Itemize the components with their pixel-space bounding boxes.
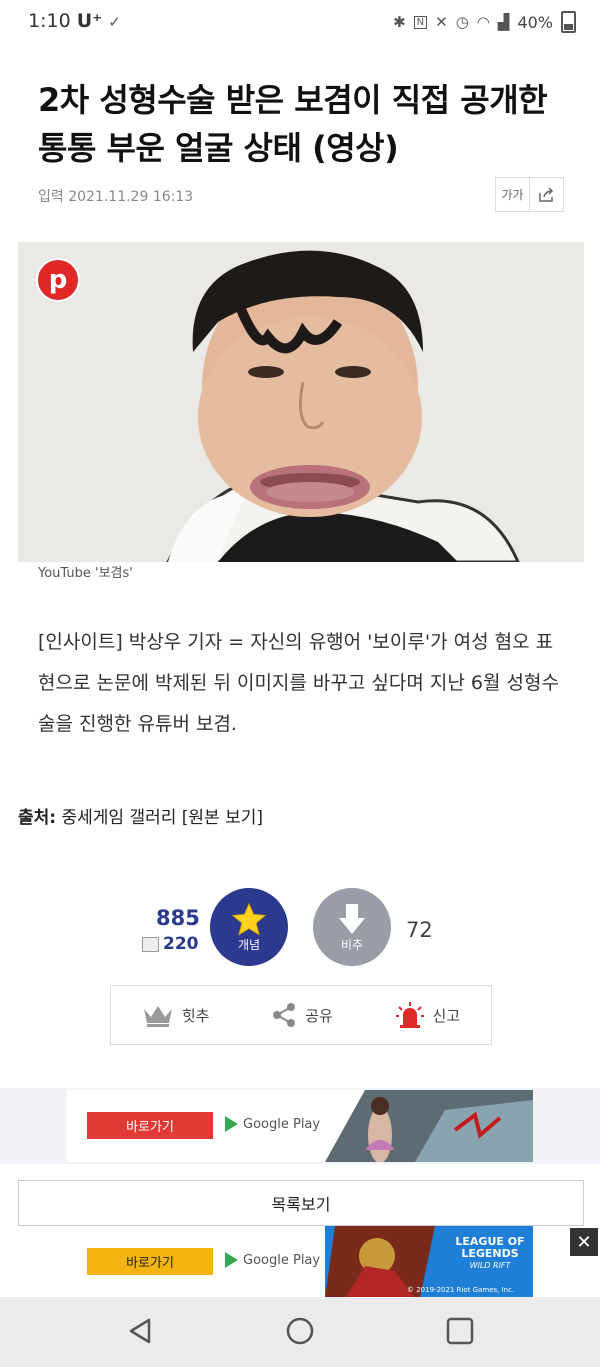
article-body: [인사이트] 박상우 기자 = 자신의 유행어 '보이루'가 여성 혐오 표현으…	[38, 631, 559, 735]
arrow-down-icon	[339, 903, 365, 934]
pinterest-icon[interactable]: p	[36, 258, 80, 302]
ad-close-button[interactable]: ✕	[570, 1228, 598, 1256]
source-line: 출처: 중세게임 갤러리 [원본 보기]	[18, 803, 263, 828]
status-icons: ✱ N ✕ ◷ ◠ ▟ 40%	[393, 11, 576, 33]
downvote-label: 비추	[340, 937, 364, 952]
status-bar: 1:10 U⁺ ✓ ✱ N ✕ ◷ ◠ ▟ 40%	[0, 0, 600, 44]
recents-icon[interactable]	[446, 1317, 474, 1345]
article-tools: 가가	[495, 177, 564, 212]
share-button[interactable]: 공유	[271, 1002, 333, 1028]
source-label: 출처:	[18, 808, 57, 828]
alarm-icon: ◷	[455, 13, 469, 31]
lol-title: LEAGUE OF LEGENDS	[455, 1235, 525, 1260]
share-icon[interactable]	[530, 177, 564, 212]
lol-logo: LEAGUE OF LEGENDS WILD RIFT	[455, 1236, 525, 1272]
pinterest-letter: p	[48, 265, 68, 295]
home-icon[interactable]	[286, 1317, 314, 1345]
google-play-icon	[225, 1252, 238, 1268]
lol-subtitle: WILD RIFT	[469, 1261, 511, 1270]
star-icon	[231, 902, 267, 936]
report-label: 신고	[432, 1006, 461, 1025]
font-size-button[interactable]: 가가	[495, 177, 530, 212]
battery-percent: 40%	[517, 12, 553, 32]
fixed-count-value: 220	[163, 934, 199, 954]
ad-banner-1[interactable]: 바로가기 Google Play	[67, 1090, 533, 1162]
fixed-vote-count: 220	[142, 934, 199, 954]
recommend-button[interactable]: 힛추	[142, 1003, 210, 1027]
bluetooth-icon: ✱	[393, 13, 406, 31]
recommend-label: 힛추	[181, 1006, 210, 1025]
fixed-user-icon	[142, 936, 159, 952]
google-play-badge: Google Play	[225, 1252, 320, 1268]
system-nav-bar	[0, 1297, 600, 1367]
image-caption: YouTube '보겸s'	[38, 566, 133, 581]
nfc-icon: N	[413, 15, 428, 29]
vote-up-count: 885	[156, 906, 200, 930]
ad-cta-button[interactable]: 바로가기	[87, 1112, 213, 1139]
article-photo: p	[18, 242, 584, 562]
clock: 1:10	[28, 10, 71, 32]
upvote-button[interactable]: 개념	[210, 888, 288, 966]
battery-icon	[561, 11, 576, 33]
upvote-label: 개념	[237, 937, 261, 952]
mute-icon: ✕	[435, 13, 448, 31]
downvote-button[interactable]: 비추	[313, 888, 391, 966]
download-icon: ✓	[108, 13, 121, 31]
google-play-badge: Google Play	[225, 1116, 320, 1132]
google-play-label: Google Play	[243, 1252, 321, 1268]
report-button[interactable]: 신고	[395, 1001, 461, 1029]
article-headline: 2차 성형수술 받은 보겸이 직접 공개한 통통 부운 얼굴 상태 (영상)	[38, 81, 548, 167]
carrier-label: U⁺	[76, 10, 103, 32]
wifi-icon: ◠	[476, 13, 490, 31]
google-play-icon	[225, 1116, 238, 1132]
font-size-label: 가가	[501, 188, 524, 202]
article-date: 입력 2021.11.29 16:13	[38, 189, 194, 205]
share-nodes-icon	[273, 1003, 296, 1027]
ad-cta-button[interactable]: 바로가기	[87, 1248, 213, 1275]
back-icon[interactable]	[127, 1317, 153, 1345]
list-view-button[interactable]: 목록보기	[18, 1180, 584, 1226]
ad-copyright: © 2019-2021 Riot Games, Inc.	[407, 1286, 515, 1294]
signal-icon: ▟	[497, 13, 510, 31]
share-label: 공유	[305, 1006, 333, 1025]
crown-icon	[143, 1006, 172, 1027]
action-bar: 힛추 공유 신고	[110, 985, 492, 1045]
google-play-label: Google Play	[243, 1116, 321, 1132]
ad-banner-2[interactable]: 바로가기 Google Play LEAGUE OF LEGENDS WILD …	[67, 1226, 533, 1298]
source-link[interactable]: 중세게임 갤러리 [원본 보기]	[62, 808, 264, 828]
status-time: 1:10 U⁺ ✓	[28, 10, 121, 32]
ad-game-art	[325, 1090, 533, 1162]
vote-down-count: 72	[406, 918, 433, 942]
siren-icon	[395, 1002, 424, 1028]
